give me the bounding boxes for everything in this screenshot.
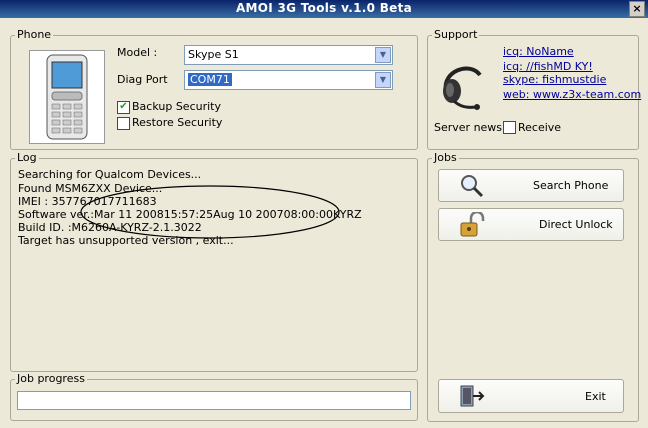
receive-checkbox[interactable] — [503, 121, 516, 134]
support-group-label: Support — [432, 28, 480, 41]
log-group-label: Log — [15, 151, 39, 164]
support-link-web[interactable]: web: www.z3x-team.com — [503, 88, 641, 101]
phone-group-label: Phone — [15, 28, 54, 41]
diag-port-label: Diag Port — [117, 73, 168, 86]
model-select[interactable]: Skype S1 ▼ — [184, 45, 393, 65]
server-news-label: Server news: — [434, 121, 506, 134]
chevron-down-icon[interactable]: ▼ — [375, 72, 391, 88]
direct-unlock-button[interactable]: Direct Unlock — [438, 208, 624, 241]
padlock-icon — [459, 210, 485, 241]
diag-port-select[interactable]: COM71 ▼ — [184, 70, 393, 90]
receive-label[interactable]: Receive — [518, 121, 561, 134]
restore-security-checkbox[interactable] — [117, 117, 130, 130]
log-line: Searching for Qualcom Devices... — [18, 168, 202, 181]
exit-button[interactable]: Exit — [438, 379, 624, 413]
close-button[interactable]: × — [629, 1, 645, 17]
restore-security-label[interactable]: Restore Security — [132, 116, 222, 129]
model-label: Model : — [117, 46, 158, 59]
support-link-skype[interactable]: skype: fishmustdie — [503, 73, 606, 86]
backup-security-checkbox[interactable]: ✔ — [117, 101, 130, 114]
chevron-down-icon[interactable]: ▼ — [375, 47, 391, 63]
magnifier-icon — [459, 174, 485, 201]
window-title: AMOI 3G Tools v.1.0 Beta — [235, 1, 413, 15]
phone-image — [29, 50, 105, 144]
title-bar: AMOI 3G Tools v.1.0 Beta × — [0, 0, 648, 18]
support-link-icq-fishmd[interactable]: icq: //fishMD KY! — [503, 60, 593, 73]
search-phone-button[interactable]: Search Phone — [438, 169, 624, 202]
jobs-group-label: Jobs — [432, 151, 459, 164]
diag-port-value: COM71 — [188, 73, 232, 86]
search-phone-label: Search Phone — [533, 179, 609, 192]
backup-security-label[interactable]: Backup Security — [132, 100, 221, 113]
highlight-ellipse — [80, 185, 340, 239]
model-value: Skype S1 — [188, 48, 239, 61]
job-progress-label: Job progress — [15, 372, 87, 385]
exit-icon — [459, 384, 485, 411]
exit-label: Exit — [585, 390, 606, 403]
headset-icon — [436, 57, 492, 116]
direct-unlock-label: Direct Unlock — [539, 218, 613, 231]
job-progress-bar — [17, 391, 411, 410]
support-link-icq-noname[interactable]: icq: NoName — [503, 45, 574, 58]
